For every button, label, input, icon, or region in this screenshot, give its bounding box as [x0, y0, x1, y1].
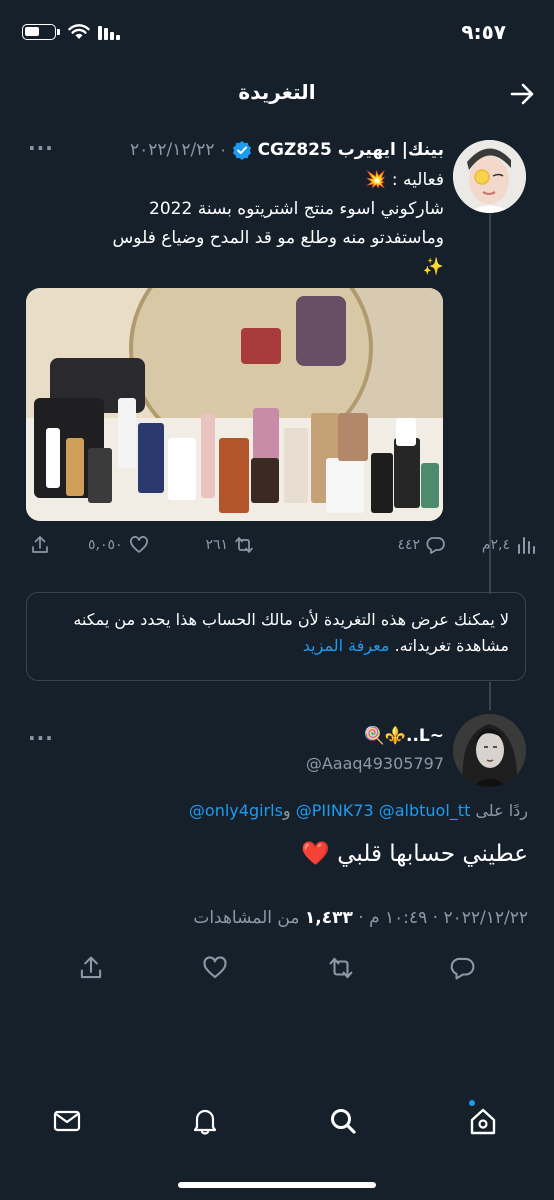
product-photo: [26, 288, 443, 521]
like-stat[interactable]: ٥,٠٥٠: [88, 535, 149, 555]
retweet-count: ٢٦١: [205, 537, 228, 553]
reply-icon: [426, 537, 445, 554]
reply-views-label: من المشاهدات: [193, 908, 300, 928]
status-time: ٩:٥٧: [461, 20, 506, 44]
reply-count: ٤٤٢: [397, 537, 420, 553]
retweet-stat[interactable]: ٢٦١: [205, 535, 254, 555]
reply-meta: ٢٠٢٢/١٢/٢٢ · ١٠:٤٩ م · ١,٤٣٣ من المشاهدا…: [193, 908, 528, 928]
share-icon: [32, 536, 48, 553]
replying-to: ردًا على @albtuol_tt @PIINK73 و@only4gir…: [189, 801, 528, 820]
heart-icon: [129, 536, 148, 553]
battery-icon: [22, 24, 56, 40]
tweet-text-line2: شاركوني اسوء منتج اشتريتوه بسنة 2022: [149, 199, 444, 219]
tweet-image[interactable]: [26, 288, 443, 521]
reply-text: عطيني حسابها قلبي ❤️: [301, 841, 528, 867]
meta-dot-2: ·: [352, 908, 364, 928]
dot-separator: ·: [220, 140, 226, 160]
reply-action-icon[interactable]: [450, 955, 476, 981]
back-arrow-icon[interactable]: [508, 80, 536, 108]
page-title: التغريدة: [238, 80, 316, 104]
reply-handle[interactable]: @Aaaq49305797: [306, 754, 444, 773]
retweet-icon: [235, 537, 253, 553]
home-icon[interactable]: [468, 1106, 498, 1136]
messages-envelope-icon[interactable]: [52, 1106, 82, 1136]
views-count: ٢,٤م: [481, 537, 510, 553]
verified-badge-icon: [232, 141, 251, 160]
meta-dot-1: ·: [427, 908, 439, 928]
tweet-text-line4: ✨: [422, 257, 444, 277]
tweet-text: فعاليه : 💥 شاركوني اسوء منتج اشتريتوه بس…: [24, 166, 444, 282]
mention-only4girls[interactable]: @only4girls: [189, 801, 283, 820]
mention-albtuol[interactable]: @albtuol_tt: [379, 801, 471, 820]
tweet-text-line3: وماستفدتو منه وطلع مو قد المدح وضياع فلو…: [112, 228, 444, 248]
reply-date: ٢٠٢٢/١٢/٢٢: [443, 908, 528, 928]
reply-more-icon[interactable]: ···: [28, 726, 54, 750]
tweet-more-icon[interactable]: ···: [28, 136, 54, 160]
retweet-action-icon[interactable]: [328, 955, 354, 981]
learn-more-link[interactable]: معرفة المزيد: [303, 636, 390, 655]
tweet-avatar[interactable]: [453, 140, 526, 213]
like-action-icon[interactable]: [202, 955, 228, 981]
views-chart-icon: [518, 537, 535, 554]
home-indicator: [178, 1182, 376, 1188]
mention-piink73[interactable]: @PIINK73: [296, 801, 374, 820]
signal-icon: [98, 26, 120, 40]
reply-display-name[interactable]: 🍭⚜️..L~: [364, 726, 444, 746]
unavailable-tweet-notice: لا يمكنك عرض هذه التغريدة لأن مالك الحسا…: [26, 592, 526, 681]
reply-time: ١٠:٤٩ م: [369, 908, 428, 928]
reply-avatar-photo: [453, 714, 526, 787]
search-icon[interactable]: [328, 1106, 358, 1136]
reply-avatar[interactable]: [453, 714, 526, 787]
wifi-icon: [68, 24, 90, 39]
tweet-date: ٢٠٢٢/١٢/٢٢: [129, 140, 215, 160]
thread-line-2: [489, 682, 491, 710]
and-label: و: [282, 801, 291, 820]
notice-text: لا يمكنك عرض هذه التغريدة لأن مالك الحسا…: [73, 610, 509, 655]
tweet-author-row: بينك| ايهيرب CGZ825 · ٢٠٢٢/١٢/٢٢: [130, 140, 444, 160]
views-stat[interactable]: ٢,٤م: [482, 535, 536, 555]
avatar-illustration: [453, 140, 526, 213]
reply-stat[interactable]: ٤٤٢: [397, 535, 446, 555]
share-action-icon[interactable]: [78, 955, 104, 981]
reply-views-count: ١,٤٣٣: [304, 908, 353, 928]
share-stat[interactable]: [30, 535, 50, 555]
battery-cap: [57, 29, 60, 35]
replying-to-label: ردًا على: [475, 801, 528, 820]
tweet-display-name[interactable]: بينك| ايهيرب CGZ825: [258, 140, 444, 160]
status-icons: [22, 24, 124, 40]
notifications-bell-icon[interactable]: [190, 1106, 220, 1136]
like-count: ٥,٠٥٠: [88, 537, 123, 553]
tweet-text-line1: فعاليه : 💥: [365, 170, 444, 190]
